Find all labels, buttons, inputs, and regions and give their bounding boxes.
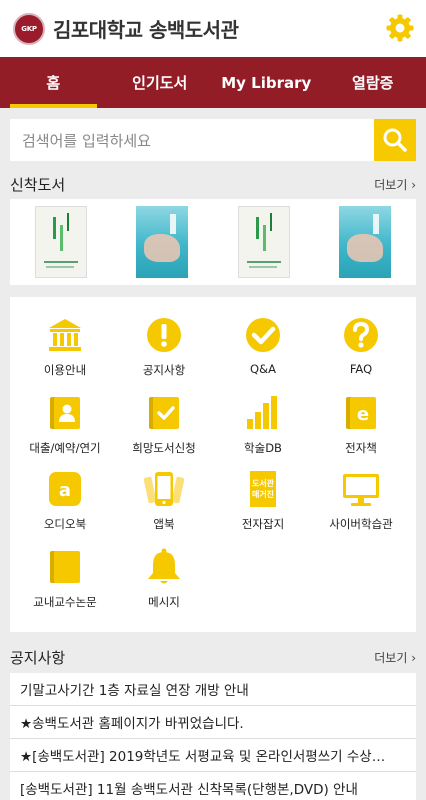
section-title: 공지사항 (10, 648, 66, 667)
magazine-icon: 도서관 매거진 (250, 471, 276, 507)
list-item[interactable]: ★송백도서관 홈페이지가 바뀌었습니다. (10, 706, 416, 739)
notice-list: 기말고사기간 1층 자료실 연장 개방 안내 ★송백도서관 홈페이지가 바뀌었습… (10, 673, 416, 800)
bar-chart-icon (247, 396, 277, 429)
tab-popular-books[interactable]: 인기도서 (107, 57, 214, 108)
svg-text:도서관: 도서관 (252, 478, 275, 488)
smartphone-icon (144, 472, 184, 506)
menu-label: 공지사항 (142, 363, 186, 377)
menu-item-usage-guide[interactable]: 이용안내 (15, 315, 115, 387)
gear-icon[interactable] (386, 14, 414, 42)
search-bar: 검색어를 입력하세요 (10, 119, 416, 161)
book-cover[interactable] (237, 206, 290, 278)
tab-my-library[interactable]: My Library (213, 57, 320, 108)
book-cover[interactable] (339, 206, 392, 278)
menu-label: 전자잡지 (241, 517, 285, 531)
section-title: 신착도서 (10, 175, 66, 194)
list-item[interactable]: [송백도서관] 11월 송백도서관 신착목록(단행본,DVD) 안내 (10, 772, 416, 800)
new-books-more-link[interactable]: 더보기 › (374, 176, 416, 193)
menu-item-notices[interactable]: 공지사항 (114, 315, 214, 387)
exclamation-circle-icon (147, 318, 181, 352)
library-building-icon (49, 319, 81, 351)
menu-label: 학술DB (244, 441, 282, 455)
service-menu: 이용안내 공지사항 Q&A FAQ 대출/예약/연기 희망도서신청 학술DB e… (10, 297, 416, 632)
svg-text:a: a (59, 480, 71, 501)
menu-item-emagazine[interactable]: 도서관 매거진 전자잡지 (213, 469, 313, 541)
menu-label: FAQ (349, 362, 373, 376)
main-tabs: 홈 인기도서 My Library 열람증 (0, 57, 426, 108)
list-item[interactable]: ★[송백도서관] 2019학년도 서평교육 및 온라인서평쓰기 수상… (10, 739, 416, 772)
list-item[interactable]: 기말고사기간 1층 자료실 연장 개방 안내 (10, 673, 416, 706)
svg-text:매거진: 매거진 (252, 489, 274, 499)
app-header: GKP 김포대학교 송백도서관 (0, 0, 426, 57)
notices-more-link[interactable]: 더보기 › (374, 649, 416, 666)
tab-home[interactable]: 홈 (0, 57, 107, 108)
menu-label: 이용안내 (43, 363, 87, 377)
menu-item-academic-db[interactable]: 학술DB (213, 393, 313, 465)
menu-label: 교내교수논문 (33, 595, 97, 609)
menu-label: 오디오북 (43, 517, 87, 531)
notices-header: 공지사항 더보기 › (10, 646, 416, 668)
menu-label: 사이버학습관 (329, 517, 393, 531)
menu-item-qna[interactable]: Q&A (213, 315, 313, 387)
menu-label: 대출/예약/연기 (29, 441, 101, 455)
menu-label: 메시지 (148, 595, 180, 609)
menu-item-messages[interactable]: 메시지 (114, 547, 214, 619)
app-title: 김포대학교 송백도서관 (53, 18, 239, 42)
menu-label: 전자책 (345, 441, 377, 455)
university-logo: GKP (13, 12, 45, 45)
new-books-header: 신착도서 더보기 › (10, 173, 416, 195)
menu-item-ebook[interactable]: e 전자책 (311, 393, 411, 465)
audiobook-icon: a (49, 472, 81, 506)
search-input[interactable]: 검색어를 입력하세요 (10, 119, 374, 161)
svg-text:e: e (357, 404, 369, 425)
tab-library-card[interactable]: 열람증 (320, 57, 426, 108)
menu-label: 앱북 (153, 517, 175, 531)
menu-item-appbook[interactable]: 앱북 (114, 469, 214, 541)
menu-item-book-request[interactable]: 희망도서신청 (114, 393, 214, 465)
person-book-icon (50, 397, 80, 429)
book-cover[interactable] (34, 206, 87, 278)
menu-item-audiobook[interactable]: a 오디오북 (15, 469, 115, 541)
check-book-icon (149, 397, 179, 429)
search-button[interactable] (374, 119, 416, 161)
question-circle-icon (344, 318, 378, 352)
menu-label: Q&A (250, 362, 276, 376)
menu-item-loan-reserve[interactable]: 대출/예약/연기 (15, 393, 115, 465)
menu-item-cyber-learning[interactable]: 사이버학습관 (311, 469, 411, 541)
menu-item-faculty-papers[interactable]: 교내교수논문 (15, 547, 115, 619)
menu-label: 희망도서신청 (132, 441, 196, 455)
menu-item-faq[interactable]: FAQ (311, 315, 411, 387)
paper-book-icon (50, 551, 80, 583)
checkmark-circle-icon (246, 318, 280, 352)
monitor-icon (343, 474, 379, 506)
search-icon (383, 128, 407, 152)
new-books-carousel (10, 199, 416, 285)
ebook-icon: e (346, 397, 376, 429)
bell-icon (148, 548, 180, 584)
book-cover[interactable] (136, 206, 189, 278)
